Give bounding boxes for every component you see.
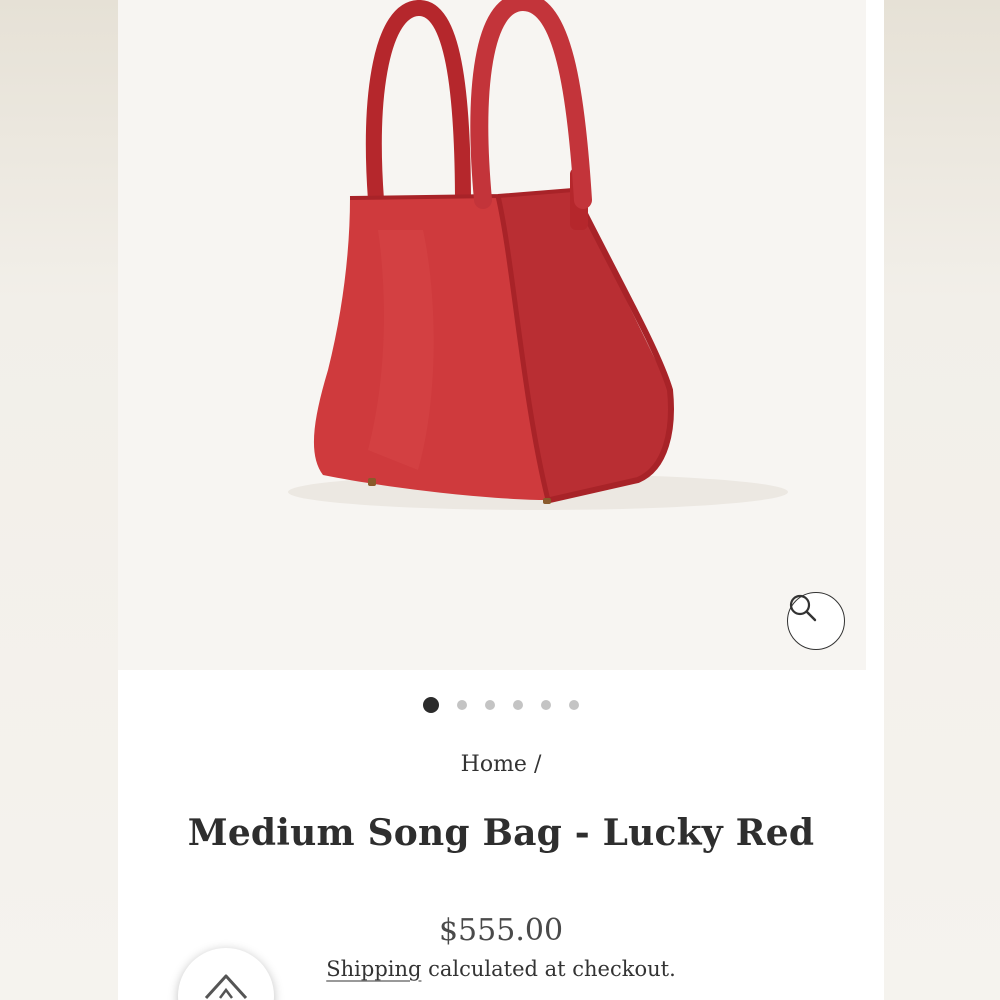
gallery-dot-3[interactable] bbox=[485, 700, 495, 710]
shipping-link[interactable]: Shipping bbox=[326, 957, 421, 981]
background-left bbox=[0, 0, 118, 1000]
house-icon bbox=[204, 974, 248, 1000]
gallery-dot-1[interactable] bbox=[423, 697, 439, 713]
gallery-dot-4[interactable] bbox=[513, 700, 523, 710]
breadcrumb[interactable]: Home / bbox=[118, 752, 884, 777]
zoom-button[interactable] bbox=[787, 592, 845, 650]
gallery-pagination bbox=[118, 695, 884, 715]
breadcrumb-home[interactable]: Home / bbox=[461, 752, 542, 777]
search-icon bbox=[789, 594, 817, 622]
gallery-dot-2[interactable] bbox=[457, 700, 467, 710]
product-price: $555.00 bbox=[438, 913, 564, 948]
product-image[interactable] bbox=[118, 0, 866, 670]
shipping-text: calculated at checkout. bbox=[421, 957, 676, 981]
product-title: Medium Song Bag - Lucky Red bbox=[187, 812, 815, 854]
bag-illustration bbox=[288, 0, 788, 510]
home-floating-button[interactable] bbox=[178, 948, 274, 1000]
gallery-dot-6[interactable] bbox=[569, 700, 579, 710]
product-page: Home / Medium Song Bag - Lucky Red $555.… bbox=[118, 0, 884, 1000]
background-right bbox=[884, 0, 1000, 1000]
gallery-dot-5[interactable] bbox=[541, 700, 551, 710]
